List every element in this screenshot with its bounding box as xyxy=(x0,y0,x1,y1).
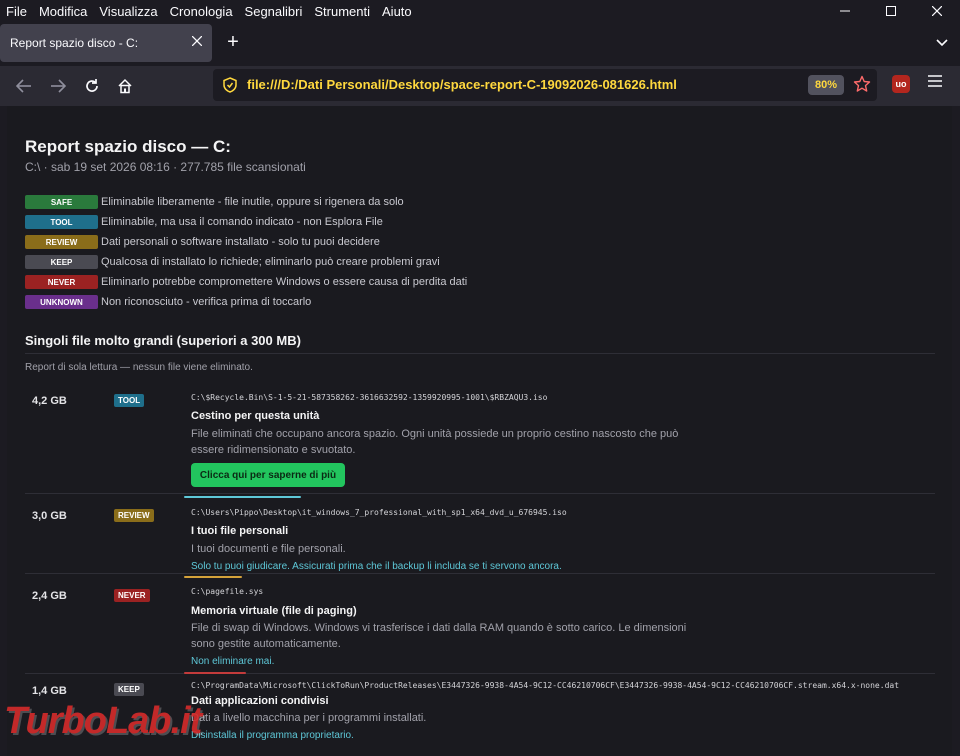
entry-accent-line xyxy=(184,672,246,674)
tab-report[interactable]: Report spazio disco - C: xyxy=(0,24,212,62)
badge-review: REVIEW xyxy=(25,235,98,249)
window-frame-right xyxy=(952,106,960,756)
legend-row-unknown: UNKNOWN Non riconosciuto - verifica prim… xyxy=(25,292,467,312)
window-controls xyxy=(822,0,960,22)
file-entry: 4,2 GB TOOL C:\$Recycle.Bin\S-1-5-21-587… xyxy=(25,389,935,499)
tab-list-button[interactable] xyxy=(936,34,948,52)
legend-text: Eliminarlo potrebbe compromettere Window… xyxy=(101,276,468,288)
maximize-button[interactable] xyxy=(868,0,914,22)
menu-bar: File Modifica Visualizza Cronologia Segn… xyxy=(0,0,960,22)
new-tab-button[interactable]: + xyxy=(222,31,244,54)
app-menu-button[interactable] xyxy=(928,74,942,92)
zoom-level-badge[interactable]: 80% xyxy=(808,75,844,95)
reload-icon xyxy=(86,79,98,92)
window-frame-left xyxy=(0,106,7,756)
chevron-down-icon xyxy=(936,39,948,47)
page-subtitle: C:\ · sab 19 set 2026 08:16 · 277.785 fi… xyxy=(25,160,306,174)
file-path: C:\ProgramData\Microsoft\ClickToRun\Prod… xyxy=(191,681,900,690)
entry-advice: Solo tu puoi giudicare. Assicurati prima… xyxy=(191,561,562,572)
navigation-bar: file:///D:/Dati Personali/Desktop/space-… xyxy=(0,66,960,106)
legend-text: Dati personali o software installato - s… xyxy=(101,236,380,248)
file-path: C:\pagefile.sys xyxy=(191,587,264,596)
turbolab-watermark-logo: TurboLab.it xyxy=(4,700,202,742)
tab-bar: Report spazio disco - C: + xyxy=(0,22,960,66)
entry-description: I tuoi documenti e file personali. xyxy=(191,543,346,555)
menu-visualizza[interactable]: Visualizza xyxy=(93,4,163,19)
close-window-button[interactable] xyxy=(914,0,960,22)
legend-text: Non riconosciuto - verifica prima di toc… xyxy=(101,296,312,308)
menu-strumenti[interactable]: Strumenti xyxy=(308,4,376,19)
divider xyxy=(25,353,935,354)
entry-description: File eliminati che occupano ancora spazi… xyxy=(191,428,679,456)
legend-row-safe: SAFE Eliminabile liberamente - file inut… xyxy=(25,192,467,212)
entry-accent-line xyxy=(184,576,242,578)
file-entry: 2,4 GB NEVER C:\pagefile.sys Memoria vir… xyxy=(25,573,935,674)
menu-cronologia[interactable]: Cronologia xyxy=(164,4,239,19)
file-size: 1,4 GB xyxy=(32,685,67,697)
entry-title: Memoria virtuale (file di paging) xyxy=(191,605,357,617)
legend: SAFE Eliminabile liberamente - file inut… xyxy=(25,192,467,312)
category-badge-keep: KEEP xyxy=(114,683,144,696)
url-bar[interactable]: file:///D:/Dati Personali/Desktop/space-… xyxy=(213,69,877,101)
file-path: C:\$Recycle.Bin\S-1-5-21-587358262-36166… xyxy=(191,393,548,402)
ublock-extension-icon[interactable]: uo xyxy=(892,75,910,93)
arrow-left-icon xyxy=(16,79,31,93)
url-text[interactable]: file:///D:/Dati Personali/Desktop/space-… xyxy=(247,77,677,92)
entry-title: I tuoi file personali xyxy=(191,525,289,537)
page-title: Report spazio disco — C: xyxy=(25,137,231,156)
maximize-icon xyxy=(886,6,896,16)
minimize-icon xyxy=(840,10,850,12)
legend-row-review: REVIEW Dati personali o software install… xyxy=(25,232,467,252)
entry-title: Dati applicazioni condivisi xyxy=(191,695,329,707)
menu-aiuto[interactable]: Aiuto xyxy=(376,4,418,19)
legend-row-keep: KEEP Qualcosa di installato lo richiede;… xyxy=(25,252,467,272)
tab-title: Report spazio disco - C: xyxy=(10,36,139,50)
close-icon xyxy=(932,6,942,16)
shield-icon[interactable] xyxy=(223,77,237,98)
category-badge-tool: TOOL xyxy=(114,394,145,407)
entry-accent-line xyxy=(184,496,301,498)
badge-unknown: UNKNOWN xyxy=(25,295,98,309)
badge-never: NEVER xyxy=(25,275,98,289)
file-size: 2,4 GB xyxy=(32,590,67,602)
home-button[interactable] xyxy=(112,73,138,99)
badge-tool: TOOL xyxy=(25,215,98,229)
file-size: 4,2 GB xyxy=(32,395,67,407)
badge-keep: KEEP xyxy=(25,255,98,269)
close-icon xyxy=(191,35,203,47)
entry-advice: Disinstalla il programma proprietario. xyxy=(191,730,354,741)
menu-segnalibri[interactable]: Segnalibri xyxy=(239,4,309,19)
file-path: C:\Users\Pippo\Desktop\it_windows_7_prof… xyxy=(191,508,567,517)
section-note: Report di sola lettura — nessun file vie… xyxy=(25,362,253,373)
forward-button[interactable] xyxy=(45,73,71,99)
menu-file[interactable]: File xyxy=(0,4,33,19)
legend-text: Eliminabile, ma usa il comando indicato … xyxy=(101,216,383,228)
category-badge-never: NEVER xyxy=(114,589,150,602)
arrow-right-icon xyxy=(51,79,66,93)
entry-title: Cestino per questa unità xyxy=(191,410,320,422)
legend-text: Qualcosa di installato lo richiede; elim… xyxy=(101,256,440,268)
file-entry: 3,0 GB REVIEW C:\Users\Pippo\Desktop\it_… xyxy=(25,493,935,574)
tab-close-button[interactable] xyxy=(191,33,203,49)
bookmark-star-icon[interactable] xyxy=(853,75,871,98)
file-size: 3,0 GB xyxy=(32,510,67,522)
entry-description: Dati a livello macchina per i programmi … xyxy=(191,712,427,724)
legend-text: Eliminabile liberamente - file inutile, … xyxy=(101,196,404,208)
reload-button[interactable] xyxy=(79,73,105,99)
badge-safe: SAFE xyxy=(25,195,98,209)
minimize-button[interactable] xyxy=(822,0,868,22)
learn-more-button[interactable]: Clicca qui per saperne di più xyxy=(191,463,345,487)
entry-advice: Non eliminare mai. xyxy=(191,656,275,667)
page-content[interactable]: Report spazio disco — C: C:\ · sab 19 se… xyxy=(7,106,952,756)
legend-row-never: NEVER Eliminarlo potrebbe compromettere … xyxy=(25,272,467,292)
home-icon xyxy=(118,78,132,94)
entry-description: File di swap di Windows. Windows vi tras… xyxy=(191,622,687,650)
back-button[interactable] xyxy=(11,73,37,99)
menu-modifica[interactable]: Modifica xyxy=(33,4,93,19)
section-title: Singoli file molto grandi (superiori a 3… xyxy=(25,333,301,348)
category-badge-review: REVIEW xyxy=(114,509,154,522)
hamburger-icon xyxy=(928,75,942,87)
legend-row-tool: TOOL Eliminabile, ma usa il comando indi… xyxy=(25,212,467,232)
